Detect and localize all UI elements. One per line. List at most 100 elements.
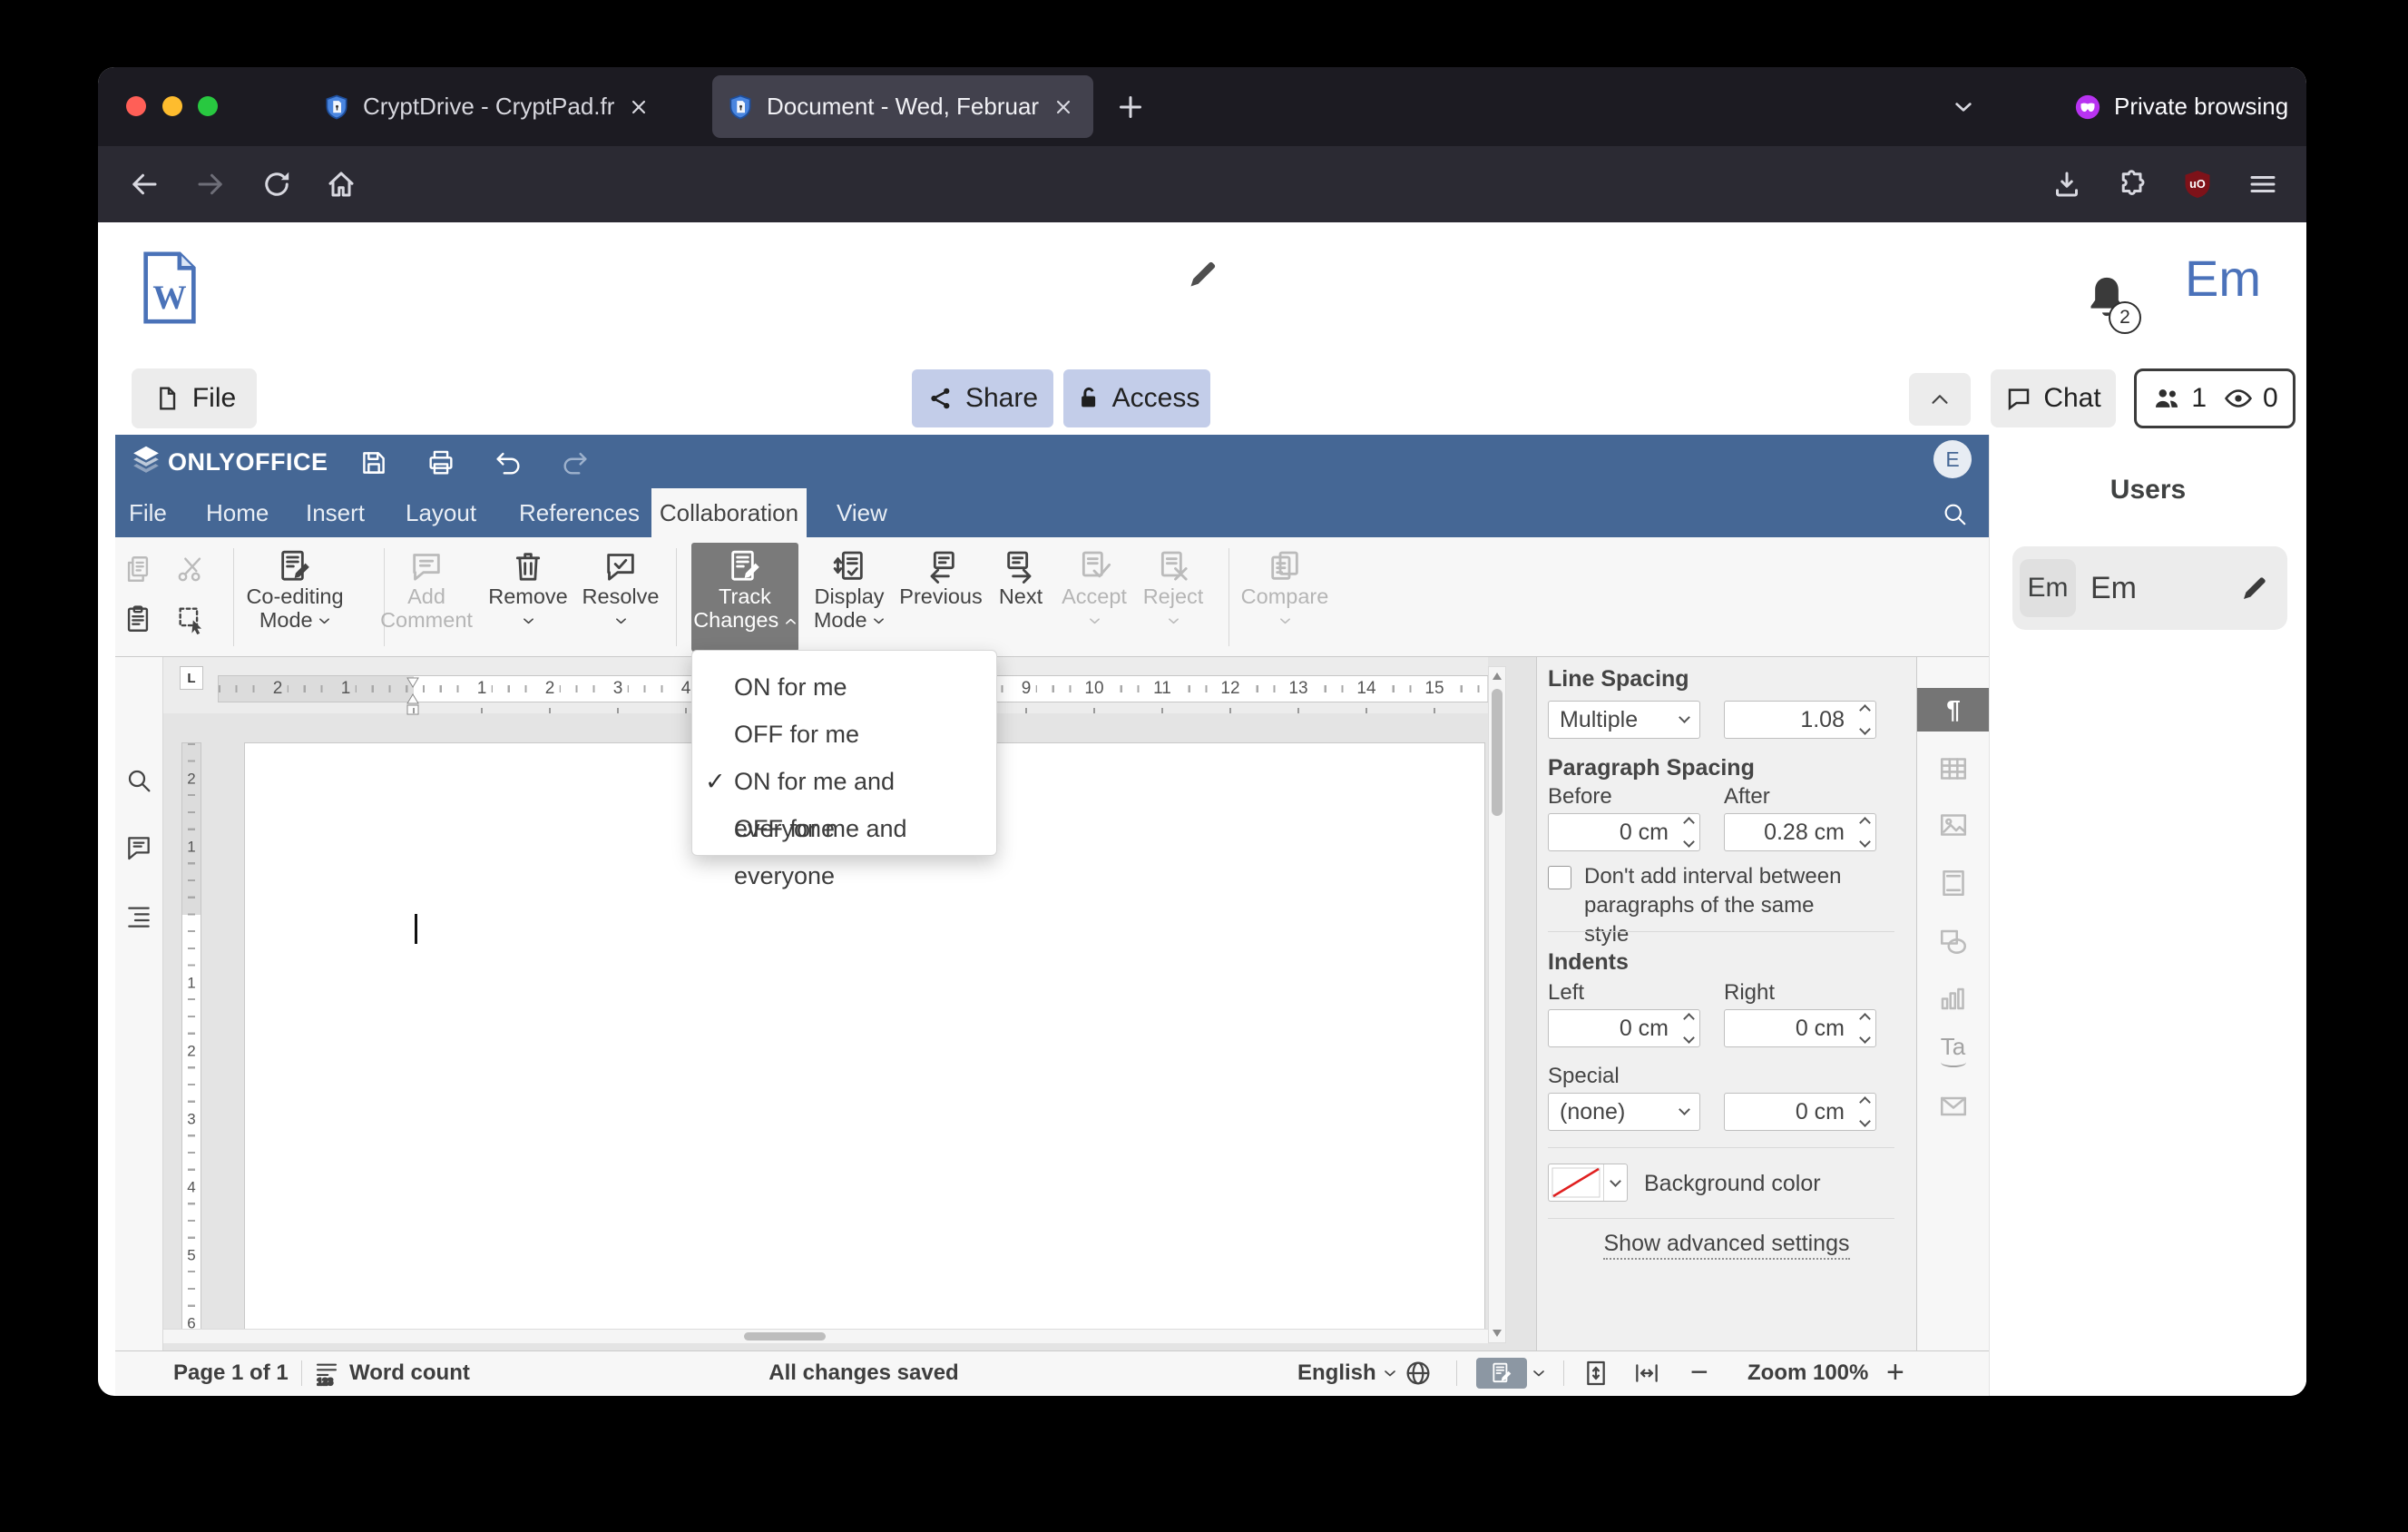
shape-settings-icon[interactable] bbox=[1937, 926, 1970, 958]
tab-close-icon[interactable] bbox=[627, 95, 651, 119]
resolve-comment-button[interactable]: Resolve bbox=[571, 548, 671, 632]
fit-page-button[interactable] bbox=[1581, 1359, 1610, 1388]
menu-item-off-for-everyone[interactable]: OFF for me and everyone bbox=[692, 805, 996, 889]
special-select[interactable]: (none) bbox=[1548, 1093, 1700, 1131]
share-icon bbox=[927, 385, 954, 412]
tab-document[interactable]: Document - Wed, February 5, 2 bbox=[712, 75, 1093, 138]
tab-cryptdrive[interactable]: CryptDrive - CryptPad.fr bbox=[308, 75, 677, 138]
indent-right-input[interactable]: 0 cm bbox=[1724, 1009, 1876, 1047]
comments-panel-icon[interactable] bbox=[124, 833, 153, 862]
select-all-button[interactable] bbox=[175, 604, 206, 634]
menu-tab-view[interactable]: View bbox=[837, 488, 887, 537]
viewers-count: 0 bbox=[2263, 383, 2278, 413]
menu-tab-references[interactable]: References bbox=[519, 488, 640, 537]
participants-indicator[interactable]: 1 0 bbox=[2134, 368, 2295, 428]
edit-name-pencil-icon[interactable] bbox=[2240, 574, 2269, 603]
window-zoom-button[interactable] bbox=[198, 96, 218, 116]
menu-tab-file[interactable]: File bbox=[129, 488, 167, 537]
special-amount-input[interactable]: 0 cm bbox=[1724, 1093, 1876, 1131]
background-color-swatch[interactable] bbox=[1548, 1164, 1628, 1202]
paste-button[interactable] bbox=[122, 604, 153, 634]
image-settings-icon[interactable] bbox=[1937, 809, 1970, 841]
display-mode-button[interactable]: Display Mode bbox=[799, 548, 899, 632]
back-button[interactable] bbox=[128, 168, 161, 201]
chat-button[interactable]: Chat bbox=[1991, 369, 2116, 427]
mail-merge-settings-icon[interactable] bbox=[1937, 1090, 1970, 1123]
chevron-down-icon[interactable] bbox=[1384, 1370, 1396, 1378]
check-icon: ✓ bbox=[705, 768, 726, 795]
header-footer-settings-icon[interactable] bbox=[1937, 867, 1970, 899]
editor-user-avatar[interactable]: E bbox=[1933, 440, 1972, 478]
page-indicator[interactable]: Page 1 of 1 bbox=[173, 1351, 289, 1394]
track-changes-status-button[interactable] bbox=[1476, 1358, 1527, 1389]
rename-pencil-icon[interactable] bbox=[1187, 258, 1219, 290]
find-icon[interactable] bbox=[124, 766, 153, 795]
new-tab-button[interactable] bbox=[1114, 91, 1147, 123]
save-button[interactable] bbox=[358, 447, 389, 478]
print-button[interactable] bbox=[426, 447, 456, 478]
no-interval-checkbox[interactable] bbox=[1548, 866, 1571, 889]
access-button[interactable]: Access bbox=[1063, 369, 1210, 427]
line-spacing-amount[interactable]: 1.08 bbox=[1724, 701, 1876, 739]
undo-button[interactable] bbox=[493, 447, 524, 478]
account-avatar[interactable]: Em bbox=[2185, 249, 2261, 308]
compare-icon bbox=[1267, 548, 1303, 584]
textart-settings-icon[interactable]: Ta bbox=[1940, 1033, 1966, 1067]
menu-tab-layout[interactable]: Layout bbox=[406, 488, 476, 537]
forward-button[interactable] bbox=[194, 168, 227, 201]
tab-close-icon[interactable] bbox=[1052, 95, 1075, 119]
window-minimize-button[interactable] bbox=[162, 96, 182, 116]
menu-hamburger-icon[interactable] bbox=[2246, 168, 2279, 201]
window-close-button[interactable] bbox=[126, 96, 146, 116]
chart-settings-icon[interactable] bbox=[1937, 981, 1970, 1014]
tab-stop-selector[interactable]: L bbox=[180, 666, 203, 690]
show-advanced-settings-link[interactable]: Show advanced settings bbox=[1537, 1231, 1916, 1260]
scroll-up-arrow[interactable] bbox=[1493, 673, 1502, 680]
zoom-out-button[interactable]: − bbox=[1690, 1351, 1708, 1394]
menu-item-on-for-everyone[interactable]: ✓ ON for me and everyone bbox=[692, 758, 996, 842]
downloads-icon[interactable] bbox=[2051, 168, 2083, 201]
navigation-panel-icon[interactable] bbox=[124, 902, 153, 931]
chevron-down-icon[interactable] bbox=[1610, 1175, 1621, 1187]
track-changes-button[interactable]: Track Changes bbox=[691, 543, 798, 652]
previous-change-button[interactable]: Previous bbox=[894, 548, 988, 608]
remove-comment-button[interactable]: Remove bbox=[478, 548, 578, 632]
scroll-down-arrow[interactable] bbox=[1493, 1330, 1502, 1337]
horizontal-scrollbar[interactable] bbox=[163, 1329, 1488, 1343]
spacing-before-input[interactable]: 0 cm bbox=[1548, 813, 1700, 851]
coediting-mode-button[interactable]: Co-editing Mode bbox=[245, 548, 345, 632]
home-button[interactable] bbox=[325, 168, 357, 201]
table-settings-icon[interactable] bbox=[1937, 752, 1970, 785]
menu-item-off-for-me[interactable]: OFF for me bbox=[692, 711, 996, 758]
extensions-icon[interactable] bbox=[2116, 168, 2149, 201]
scrollbar-thumb[interactable] bbox=[1492, 689, 1503, 816]
fit-width-button[interactable] bbox=[1632, 1359, 1661, 1388]
word-count-button[interactable]: Word count bbox=[349, 1351, 470, 1394]
spacing-after-input[interactable]: 0.28 cm bbox=[1724, 813, 1876, 851]
zoom-level[interactable]: Zoom 100% bbox=[1747, 1351, 1868, 1394]
tab-list-chevron-icon[interactable] bbox=[1949, 93, 1978, 122]
vertical-scrollbar[interactable] bbox=[1488, 666, 1506, 1343]
menu-tab-home[interactable]: Home bbox=[206, 488, 269, 537]
menu-item-on-for-me[interactable]: ON for me bbox=[692, 663, 996, 711]
users-icon bbox=[2151, 383, 2182, 414]
search-icon[interactable] bbox=[1941, 500, 1968, 527]
collapse-toolbar-button[interactable] bbox=[1909, 373, 1971, 426]
scrollbar-thumb[interactable] bbox=[744, 1332, 826, 1340]
zoom-in-button[interactable]: + bbox=[1886, 1351, 1904, 1394]
chevron-down-icon[interactable] bbox=[1532, 1370, 1545, 1378]
line-spacing-select[interactable]: Multiple bbox=[1548, 701, 1700, 739]
user-list-item[interactable]: Em Em bbox=[2012, 546, 2287, 630]
indent-left-input[interactable]: 0 cm bbox=[1548, 1009, 1700, 1047]
spellcheck-globe-icon[interactable] bbox=[1404, 1359, 1433, 1388]
share-button[interactable]: Share bbox=[912, 369, 1053, 427]
menu-tab-collaboration[interactable]: Collaboration bbox=[651, 488, 807, 537]
indents-title: Indents bbox=[1548, 949, 1629, 975]
language-selector[interactable]: English bbox=[1297, 1351, 1376, 1394]
file-menu-button[interactable]: File bbox=[132, 368, 257, 428]
ruler-number: 1 bbox=[187, 837, 196, 857]
ublock-origin-icon[interactable]: uO bbox=[2181, 168, 2214, 201]
reload-button[interactable] bbox=[260, 168, 293, 201]
menu-tab-insert[interactable]: Insert bbox=[306, 488, 365, 537]
paragraph-settings-tab[interactable]: ¶ bbox=[1917, 688, 1990, 732]
